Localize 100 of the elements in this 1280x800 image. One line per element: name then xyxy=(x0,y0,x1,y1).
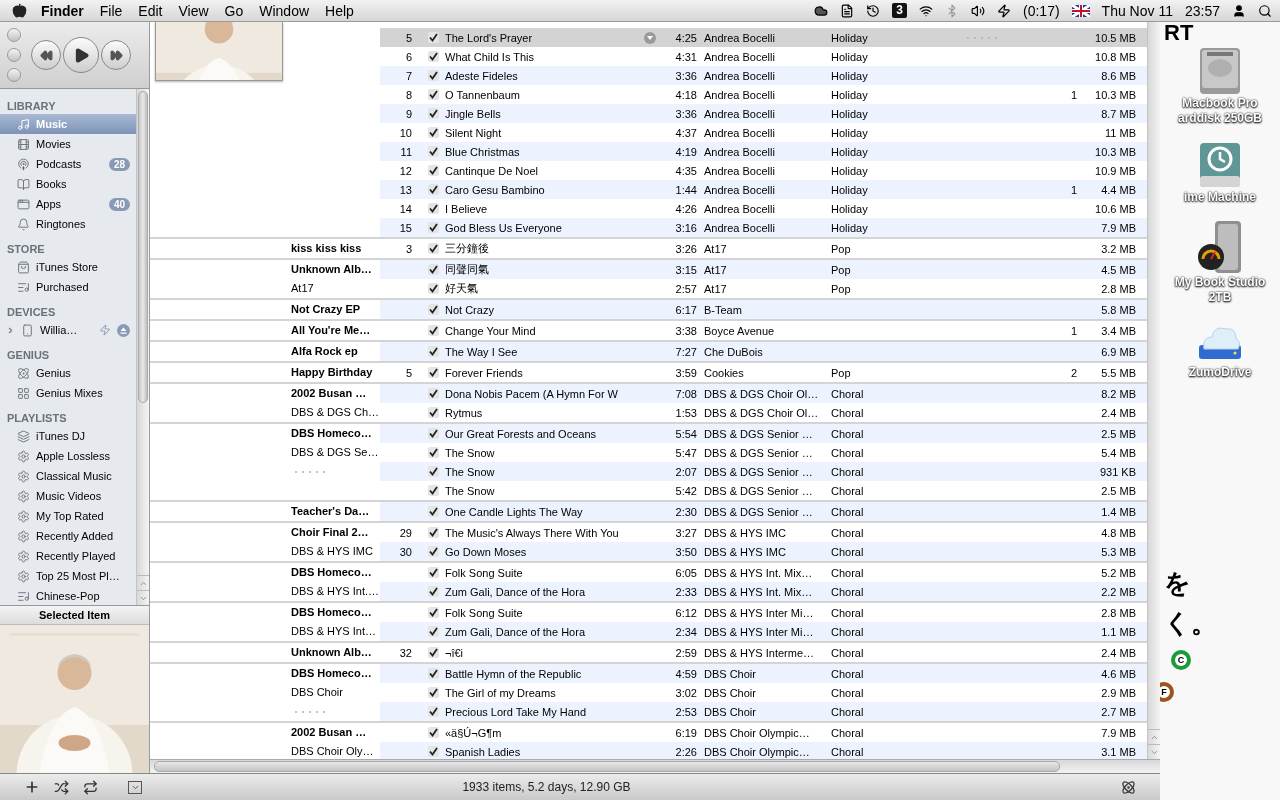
sidebar-item[interactable]: Movies xyxy=(0,134,136,154)
sidebar-item[interactable]: Books xyxy=(0,174,136,194)
shuffle-icon[interactable] xyxy=(54,779,69,795)
track-row[interactable]: Dona Nobis Pacem (A Hymn For W 7:08 DBS & DGS Choir Ol… Choral 8.2 MB xyxy=(380,384,1147,403)
checkbox[interactable] xyxy=(428,367,439,378)
track-row[interactable]: Not Crazy 6:17 B-Team 5.8 MB xyxy=(380,300,1147,319)
play-button[interactable] xyxy=(63,37,99,73)
track-row[interactable]: Spanish Ladies 2:26 DBS Choir Olympic… Choral 3.1 MB xyxy=(380,742,1147,759)
wifi-icon[interactable] xyxy=(919,3,934,18)
track-row[interactable]: The Way I See 7:27 Che DuBois 6.9 MB xyxy=(380,342,1147,361)
checkbox[interactable] xyxy=(428,146,439,157)
arrow-circle-icon[interactable] xyxy=(644,31,656,44)
checkbox[interactable] xyxy=(428,626,439,637)
track-row[interactable]: The Snow 2:07 DBS & DGS Senior … Choral 931 KB xyxy=(380,462,1147,481)
sidebar-item[interactable]: Genius Mixes xyxy=(0,383,136,403)
checkbox[interactable] xyxy=(428,687,439,698)
sidebar-item[interactable]: Recently Played xyxy=(0,546,136,566)
checkbox[interactable] xyxy=(428,108,439,119)
menu-extra-badge[interactable]: 3 xyxy=(892,3,908,18)
user-icon[interactable] xyxy=(1232,3,1246,18)
menu-item[interactable]: Window xyxy=(251,2,318,19)
sidebar-item[interactable]: Ringtones xyxy=(0,214,136,234)
flag-icon[interactable] xyxy=(1071,4,1090,17)
desktop-icon-label[interactable]: ZumoDrive xyxy=(1188,365,1252,380)
repeat-icon[interactable] xyxy=(83,779,98,795)
checkbox[interactable] xyxy=(428,567,439,578)
checkbox[interactable] xyxy=(428,89,439,100)
checkbox[interactable] xyxy=(428,264,439,275)
menu-item[interactable]: Finder xyxy=(33,2,92,19)
cloud-icon[interactable] xyxy=(814,3,829,18)
sidebar-item[interactable]: Classical Music xyxy=(0,466,136,486)
checkbox[interactable] xyxy=(428,586,439,597)
track-row[interactable]: 13 Caro Gesu Bambino 1:44 Andrea Bocelli Holiday 1 4.4 MB xyxy=(380,180,1147,199)
checkbox[interactable] xyxy=(428,32,439,43)
apple-icon[interactable] xyxy=(12,3,27,18)
checkbox[interactable] xyxy=(428,184,439,195)
sidebar-item[interactable]: Recently Added xyxy=(0,526,136,546)
checkbox[interactable] xyxy=(428,51,439,62)
artwork-toggle-button[interactable] xyxy=(128,780,142,794)
sidebar-item[interactable]: Music Videos xyxy=(0,486,136,506)
sidebar-item[interactable]: Apps 40 xyxy=(0,194,136,214)
checkbox[interactable] xyxy=(428,407,439,418)
track-row[interactable]: 7 Adeste Fideles 3:36 Andrea Bocelli Holiday 8.6 MB xyxy=(380,66,1147,85)
sidebar-item[interactable]: Purchased xyxy=(0,277,136,297)
search-icon[interactable] xyxy=(1258,3,1272,18)
checkbox[interactable] xyxy=(428,283,439,294)
sidebar-item[interactable]: Apple Lossless xyxy=(0,446,136,466)
checkbox[interactable] xyxy=(428,668,439,679)
clock-icon[interactable] xyxy=(866,3,881,18)
document-icon[interactable] xyxy=(840,3,855,18)
checkbox[interactable] xyxy=(428,428,439,439)
checkbox[interactable] xyxy=(428,222,439,233)
clock-text[interactable]: 23:57 xyxy=(1184,2,1220,19)
track-row[interactable]: One Candle Lights The Way 2:30 DBS & DGS Senior … Choral 1.4 MB xyxy=(380,502,1147,521)
checkbox[interactable] xyxy=(428,243,439,254)
track-row[interactable]: Zum Gali, Dance of the Hora 2:33 DBS & HYS Int. Mix… Choral 2.2 MB xyxy=(380,582,1147,601)
checkbox[interactable] xyxy=(428,304,439,315)
add-icon[interactable] xyxy=(24,779,40,795)
menu-item[interactable]: File xyxy=(91,2,131,19)
track-row[interactable]: 15 God Bless Us Everyone 3:16 Andrea Bocelli Holiday 7.9 MB xyxy=(380,218,1147,237)
track-row[interactable]: 30 Go Down Moses 3:50 DBS & HYS IMC Choral 5.3 MB xyxy=(380,542,1147,561)
clock-text[interactable]: Thu Nov 11 xyxy=(1101,2,1173,19)
track-row[interactable]: 11 Blue Christmas 4:19 Andrea Bocelli Holiday 10.3 MB xyxy=(380,142,1147,161)
next-button[interactable] xyxy=(101,40,131,70)
disclosure-icon[interactable] xyxy=(6,325,15,335)
checkbox[interactable] xyxy=(428,447,439,458)
desktop-icon-label[interactable]: Macbook Pro arddisk 250GB xyxy=(1177,96,1262,126)
sidebar-item[interactable]: Top 25 Most Pl… xyxy=(0,566,136,586)
checkbox[interactable] xyxy=(428,647,439,658)
track-row[interactable]: 同聲同氣 3:15 At17 Pop 4.5 MB xyxy=(380,260,1147,279)
track-row[interactable]: 5 The Lord's Prayer 4:25 Andrea Bocelli Holiday 10.5 MB xyxy=(380,28,1147,47)
checkbox[interactable] xyxy=(428,325,439,336)
checkbox[interactable] xyxy=(428,527,439,538)
checkbox[interactable] xyxy=(428,706,439,717)
time-machine-drive-icon[interactable] xyxy=(1197,140,1243,190)
menu-item[interactable]: Help xyxy=(317,2,362,19)
track-row[interactable]: 9 Jingle Bells 3:36 Andrea Bocelli Holiday 8.7 MB xyxy=(380,104,1147,123)
checkbox[interactable] xyxy=(428,485,439,496)
checkbox[interactable] xyxy=(428,203,439,214)
checkbox[interactable] xyxy=(428,165,439,176)
checkbox[interactable] xyxy=(428,466,439,477)
checkbox[interactable] xyxy=(428,70,439,81)
sidebar-item[interactable]: Podcasts 28 xyxy=(0,154,136,174)
checkbox[interactable] xyxy=(428,506,439,517)
menu-item[interactable]: Edit xyxy=(130,2,171,19)
checkbox[interactable] xyxy=(428,746,439,757)
sidebar-item[interactable]: iTunes DJ xyxy=(0,426,136,446)
menu-item[interactable]: View xyxy=(170,2,217,19)
eject-icon[interactable] xyxy=(117,323,130,337)
checkbox[interactable] xyxy=(428,727,439,738)
checkbox[interactable] xyxy=(428,388,439,399)
checkbox[interactable] xyxy=(428,546,439,557)
checkbox[interactable] xyxy=(428,127,439,138)
hard-drive-icon[interactable] xyxy=(1197,46,1243,96)
desktop-icon-label[interactable]: ime Machine xyxy=(1184,190,1256,205)
track-row[interactable]: Precious Lord Take My Hand 2:53 DBS Choir Choral 2.7 MB xyxy=(380,702,1147,721)
sidebar-item[interactable]: My Top Rated xyxy=(0,506,136,526)
checkbox[interactable] xyxy=(428,346,439,357)
checkbox[interactable] xyxy=(428,607,439,618)
previous-button[interactable] xyxy=(31,40,61,70)
